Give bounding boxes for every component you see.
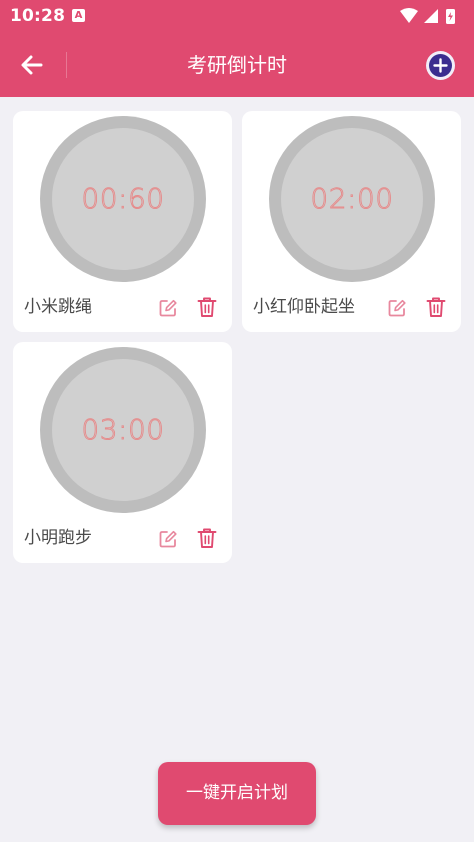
timer-card[interactable]: 02:00 小红仰卧起坐 (242, 111, 461, 332)
timer-card[interactable]: 00:60 小米跳绳 (13, 111, 232, 332)
timer-time: 02:00 (310, 182, 394, 216)
status-bar: 10:28 A (0, 0, 474, 32)
app-header: 10:28 A 考研倒计时 (0, 0, 474, 97)
timer-dial: 03:00 (40, 347, 206, 513)
app-root: 10:28 A 考研倒计时 00:60 小米跳绳 02:00 小红仰卧起坐 03… (0, 0, 474, 842)
plus-circle-icon (429, 54, 452, 77)
wifi-icon (400, 8, 418, 23)
notification-badge-icon: A (72, 9, 85, 22)
timer-time: 00:60 (81, 182, 165, 216)
timer-card[interactable]: 03:00 小明跑步 (13, 342, 232, 563)
timer-name: 小米跳绳 (24, 297, 92, 317)
timer-dial-face: 02:00 (281, 128, 423, 270)
page-title: 考研倒计时 (187, 53, 287, 77)
signal-icon (424, 9, 438, 23)
timer-dial-face: 00:60 (52, 128, 194, 270)
trash-icon[interactable] (197, 296, 217, 318)
trash-icon[interactable] (197, 527, 217, 549)
edit-icon[interactable] (158, 298, 178, 318)
status-time: 10:28 (10, 6, 66, 26)
system-status-icons (400, 8, 455, 24)
trash-icon[interactable] (426, 296, 446, 318)
start-all-button[interactable]: 一键开启计划 (158, 762, 316, 825)
timer-time: 03:00 (81, 413, 165, 447)
timer-name: 小明跑步 (24, 528, 92, 548)
edit-icon[interactable] (158, 529, 178, 549)
edit-icon[interactable] (387, 298, 407, 318)
timer-dial-face: 03:00 (52, 359, 194, 501)
timer-dial: 00:60 (40, 116, 206, 282)
timer-dial: 02:00 (269, 116, 435, 282)
timer-name: 小红仰卧起坐 (253, 297, 355, 317)
add-timer-button[interactable] (426, 51, 455, 80)
